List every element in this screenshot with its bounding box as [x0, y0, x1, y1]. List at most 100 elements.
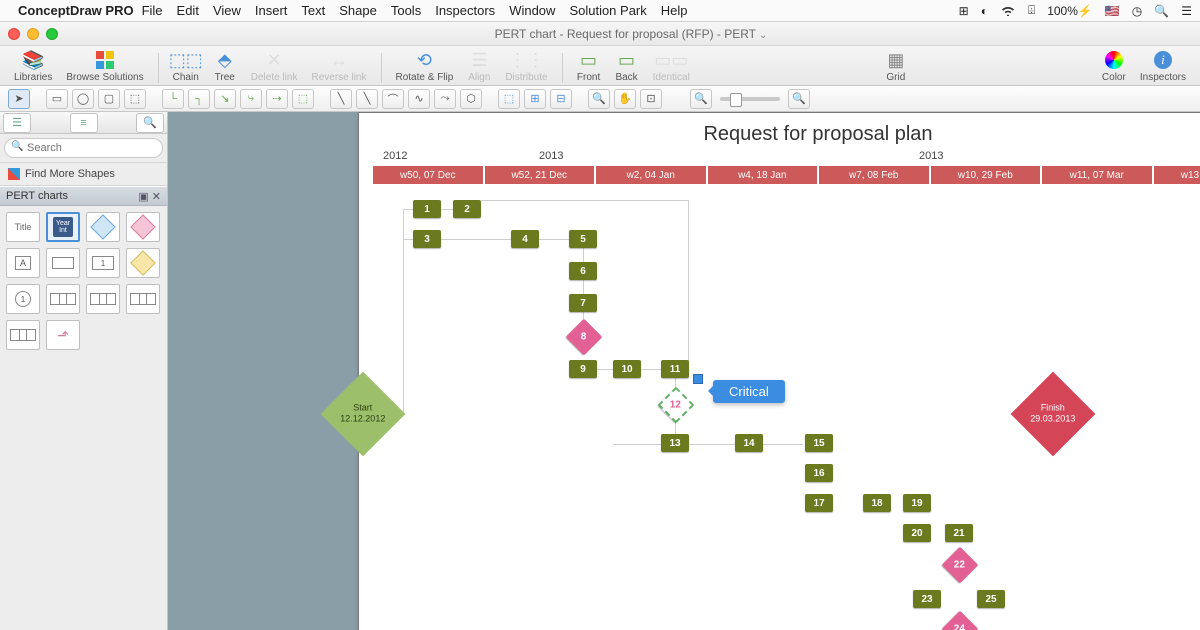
chain-button[interactable]: ⬚⬚Chain: [169, 49, 203, 83]
zoom-slider[interactable]: [720, 97, 780, 101]
shape-step[interactable]: ⬏: [46, 320, 80, 350]
start-milestone[interactable]: Start12.12.2012: [321, 372, 406, 457]
shape-text-a[interactable]: A: [6, 248, 40, 278]
canvas-area[interactable]: Request for proposal plan 2012 2013 2013…: [168, 112, 1200, 630]
list-icon[interactable]: ☰: [1181, 4, 1192, 18]
menu-help[interactable]: Help: [661, 3, 688, 18]
flag-icon[interactable]: 🇺🇸: [1105, 4, 1120, 18]
node-1[interactable]: 1: [413, 200, 441, 218]
finish-milestone[interactable]: Finish29.03.2013: [1011, 372, 1096, 457]
connector-3[interactable]: ↘: [214, 89, 236, 109]
shape-seg-2[interactable]: [86, 284, 120, 314]
airplay-icon[interactable]: ⌹: [1028, 3, 1035, 18]
node-21[interactable]: 21: [945, 524, 973, 542]
node-16[interactable]: 16: [805, 464, 833, 482]
grid-button[interactable]: ▦Grid: [880, 49, 912, 83]
siri-icon[interactable]: ◐: [981, 4, 988, 18]
shape-seg-3[interactable]: [126, 284, 160, 314]
section-pin-icon[interactable]: ▣: [138, 190, 148, 203]
node-12-selected[interactable]: 12: [658, 387, 695, 424]
menu-shape[interactable]: Shape: [339, 3, 377, 18]
shape-circle-1[interactable]: 1: [6, 284, 40, 314]
node-7[interactable]: 7: [569, 294, 597, 312]
panel-tab-outline[interactable]: ☰: [3, 113, 31, 133]
menu-insert[interactable]: Insert: [255, 3, 288, 18]
node-15[interactable]: 15: [805, 434, 833, 452]
minimize-button[interactable]: [27, 28, 39, 40]
battery-status[interactable]: 100% ⚡: [1047, 4, 1093, 18]
shape-box[interactable]: [46, 248, 80, 278]
line-tool-2[interactable]: ╲: [356, 89, 378, 109]
panel-tab-list[interactable]: ≡: [70, 113, 98, 133]
section-close-icon[interactable]: ✕: [152, 190, 161, 203]
node-17[interactable]: 17: [805, 494, 833, 512]
browse-solutions-button[interactable]: Browse Solutions: [62, 49, 147, 83]
node-18[interactable]: 18: [863, 494, 891, 512]
search-icon[interactable]: 🔍: [1154, 4, 1169, 18]
shape-box-1[interactable]: 1: [86, 248, 120, 278]
menu-tools[interactable]: Tools: [391, 3, 421, 18]
connector-4[interactable]: ⤷: [240, 89, 262, 109]
tree-button[interactable]: ⬘Tree: [209, 49, 241, 83]
pointer-tool[interactable]: ➤: [8, 89, 30, 109]
front-button[interactable]: ▭Front: [573, 49, 605, 83]
node-13[interactable]: 13: [661, 434, 689, 452]
wifi-icon[interactable]: [1000, 5, 1016, 16]
menu-edit[interactable]: Edit: [177, 3, 199, 18]
spline-tool[interactable]: ∿: [408, 89, 430, 109]
libraries-button[interactable]: 📚Libraries: [10, 49, 56, 83]
node-22[interactable]: 22: [942, 547, 979, 584]
node-24[interactable]: 24: [942, 611, 979, 630]
menu-inspectors[interactable]: Inspectors: [435, 3, 495, 18]
app-name[interactable]: ConceptDraw PRO: [18, 3, 134, 18]
close-button[interactable]: [8, 28, 20, 40]
node-8[interactable]: 8: [566, 319, 603, 356]
node-19[interactable]: 19: [903, 494, 931, 512]
zoom-in-button[interactable]: 🔍: [788, 89, 810, 109]
group-tool[interactable]: ⊞: [524, 89, 546, 109]
document-title[interactable]: PERT chart - Request for proposal (RFP) …: [495, 27, 768, 41]
line-tool-1[interactable]: ╲: [330, 89, 352, 109]
node-2[interactable]: 2: [453, 200, 481, 218]
node-9[interactable]: 9: [569, 360, 597, 378]
crop-tool[interactable]: ⬚: [498, 89, 520, 109]
zoom-in-tool[interactable]: 🔍: [588, 89, 610, 109]
maximize-button[interactable]: [46, 28, 58, 40]
arc-tool[interactable]: ⌒: [382, 89, 404, 109]
bezier-tool[interactable]: ⤳: [434, 89, 456, 109]
node-5[interactable]: 5: [569, 230, 597, 248]
color-button[interactable]: Color: [1098, 49, 1130, 83]
menu-solution-park[interactable]: Solution Park: [569, 3, 646, 18]
zoom-out-button[interactable]: 🔍: [690, 89, 712, 109]
menu-window[interactable]: Window: [509, 3, 555, 18]
hand-tool[interactable]: ✋: [614, 89, 636, 109]
node-14[interactable]: 14: [735, 434, 763, 452]
text-tool[interactable]: ⬚: [124, 89, 146, 109]
node-23[interactable]: 23: [913, 590, 941, 608]
back-button[interactable]: ▭Back: [611, 49, 643, 83]
rounded-rect-tool[interactable]: ▢: [98, 89, 120, 109]
node-3[interactable]: 3: [413, 230, 441, 248]
connector-6[interactable]: ⬚: [292, 89, 314, 109]
critical-callout[interactable]: Critical: [713, 380, 785, 403]
node-11[interactable]: 11: [661, 360, 689, 378]
section-pert-charts[interactable]: PERT charts ▣✕: [0, 186, 167, 206]
shape-search-input[interactable]: [4, 138, 163, 158]
node-20[interactable]: 20: [903, 524, 931, 542]
ungroup-tool[interactable]: ⊟: [550, 89, 572, 109]
menu-view[interactable]: View: [213, 3, 241, 18]
ellipse-tool[interactable]: ◯: [72, 89, 94, 109]
rotate-flip-button[interactable]: ⟲Rotate & Flip: [392, 49, 458, 83]
shape-year-int[interactable]: YearInt: [46, 212, 80, 242]
connector-1[interactable]: └: [162, 89, 184, 109]
spotlight-grid-icon[interactable]: ⊞: [959, 4, 969, 18]
find-more-shapes-link[interactable]: Find More Shapes: [0, 163, 167, 186]
rect-tool[interactable]: ▭: [46, 89, 68, 109]
shape-title[interactable]: Title: [6, 212, 40, 242]
inspectors-button[interactable]: iInspectors: [1136, 49, 1190, 83]
clock-icon[interactable]: ◷: [1132, 4, 1142, 18]
connector-2[interactable]: ┐: [188, 89, 210, 109]
shape-diamond-pink[interactable]: [126, 212, 160, 242]
node-25[interactable]: 25: [977, 590, 1005, 608]
poly-tool[interactable]: ⬡: [460, 89, 482, 109]
